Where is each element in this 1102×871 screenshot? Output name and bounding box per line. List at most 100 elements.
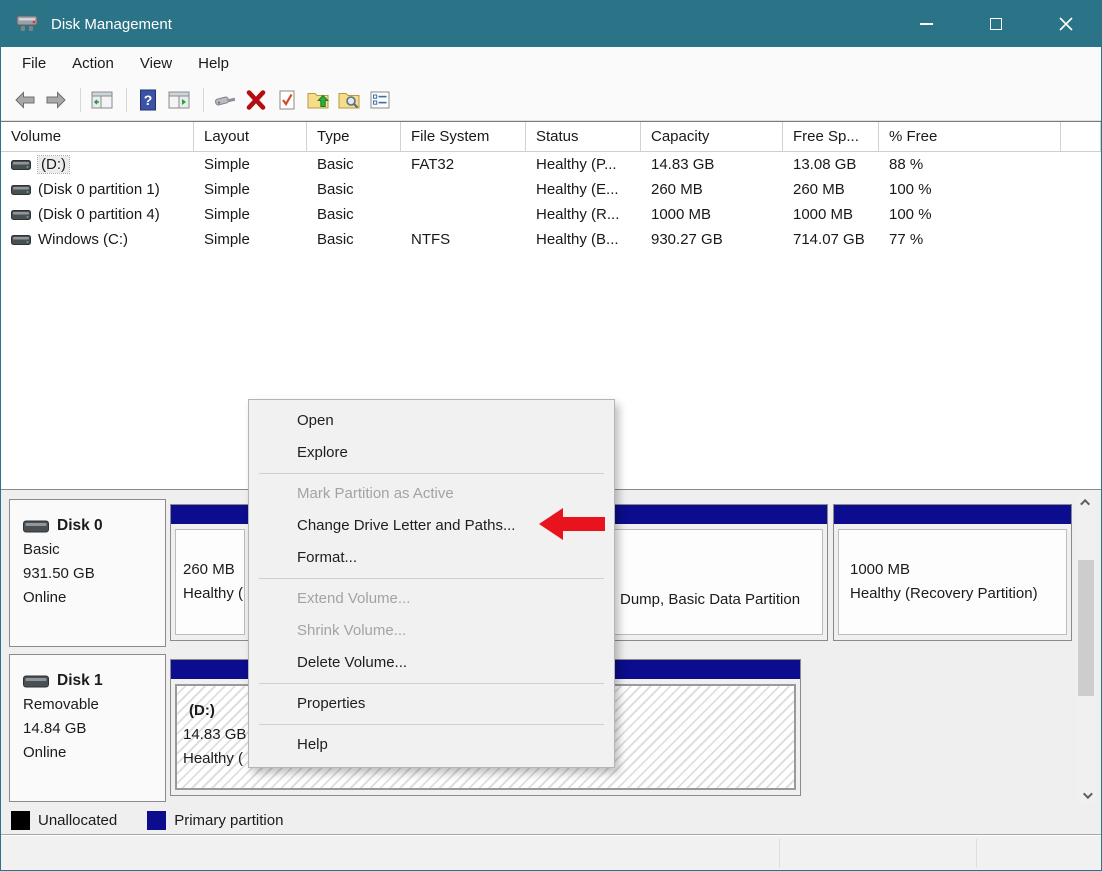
cell-status: Healthy (B... [526,231,641,248]
cell-capacity: 14.83 GB [641,156,783,173]
back-arrow-icon [13,88,37,112]
col-header-volume[interactable]: Volume [1,122,194,151]
tools-button[interactable] [211,86,239,114]
menu-item-help[interactable]: Help [249,729,614,761]
folder-search-icon [337,88,361,112]
col-header-percent-free[interactable]: % Free [879,122,1061,151]
volume-name: Windows (C:) [38,231,128,248]
chevron-up-icon [1080,499,1090,509]
console-tree-icon [90,88,114,112]
cell-free-space: 260 MB [783,181,879,198]
menu-item-properties[interactable]: Properties [249,688,614,720]
col-header-free-space[interactable]: Free Sp... [783,122,879,151]
delete-x-icon [244,88,268,112]
col-header-file-system[interactable]: File System [401,122,526,151]
properties-list-button[interactable] [366,86,394,114]
menu-item-delete-volume[interactable]: Delete Volume... [249,647,614,679]
menu-separator [259,578,604,579]
verify-button[interactable] [273,86,301,114]
table-row-windows-c[interactable]: Windows (C:) Simple Basic NTFS Healthy (… [1,227,1101,252]
window-title: Disk Management [51,16,172,33]
forward-button[interactable] [42,86,70,114]
cell-percent-free: 100 % [879,181,1061,198]
cell-percent-free: 77 % [879,231,1061,248]
disk-management-app-icon [15,13,41,35]
toolbar-separator [80,88,81,112]
mini-disk-icon [11,160,31,170]
delete-button[interactable] [242,86,270,114]
volume-list-header: Volume Layout Type File System Status Ca… [1,122,1101,152]
disk0-info-panel[interactable]: Disk 0 Basic 931.50 GB Online [9,499,166,647]
disk1-status: Online [23,741,165,765]
partition-size: 1000 MB [850,558,1066,582]
back-button[interactable] [11,86,39,114]
volume-context-menu: Open Explore Mark Partition as Active Ch… [248,399,615,768]
menu-separator [259,473,604,474]
maximize-button[interactable] [961,1,1031,47]
volume-name: (Disk 0 partition 1) [38,181,160,198]
maximize-icon [990,18,1002,30]
status-bar [1,835,1101,871]
primary-partition-bar [171,505,249,524]
annotation-arrow-icon [537,506,607,542]
cell-type: Basic [307,181,401,198]
disk0-recovery-partition-block[interactable]: 1000 MB Healthy (Recovery Partition) [833,504,1072,641]
minimize-button[interactable] [891,1,961,47]
disk0-type: Basic [23,538,165,562]
explore-folder-button[interactable] [335,86,363,114]
close-button[interactable] [1031,1,1101,47]
col-header-type[interactable]: Type [307,122,401,151]
menu-item-open[interactable]: Open [249,405,614,437]
table-row-disk0-partition4[interactable]: (Disk 0 partition 4) Simple Basic Health… [1,202,1101,227]
scrollbar-thumb[interactable] [1078,560,1094,696]
col-header-empty [1061,122,1101,151]
folder-up-icon [306,88,330,112]
toolbar-separator [126,88,127,112]
disk-management-window: Disk Management File Action View Help [0,0,1102,871]
unallocated-label: Unallocated [38,812,117,829]
show-console-tree-button[interactable] [88,86,116,114]
table-row-disk0-partition1[interactable]: (Disk 0 partition 1) Simple Basic Health… [1,177,1101,202]
scroll-up-button[interactable] [1077,494,1095,511]
menu-view[interactable]: View [127,51,185,76]
disk0-partition1-block[interactable]: 260 MB Healthy ( [170,504,250,641]
partition-status: Healthy (Recovery Partition) [850,582,1066,606]
cell-status: Healthy (R... [526,206,641,223]
scroll-down-button[interactable] [1077,787,1095,804]
partition-status: Healthy ( [183,582,244,606]
primary-partition-label: Primary partition [174,812,283,829]
menu-item-format[interactable]: Format... [249,542,614,574]
disk1-info-panel[interactable]: Disk 1 Removable 14.84 GB Online [9,654,166,802]
menu-help[interactable]: Help [185,51,242,76]
table-row-volume-d[interactable]: (D:) Simple Basic FAT32 Healthy (P... 14… [1,152,1101,177]
col-header-status[interactable]: Status [526,122,641,151]
show-action-pane-button[interactable] [165,86,193,114]
cell-file-system: NTFS [401,231,526,248]
col-header-capacity[interactable]: Capacity [641,122,783,151]
open-folder-button[interactable] [304,86,332,114]
menu-item-extend-volume: Extend Volume... [249,583,614,615]
disk0-status: Online [23,586,165,610]
cell-capacity: 1000 MB [641,206,783,223]
menu-separator [259,683,604,684]
mini-disk-icon [11,235,31,245]
cell-capacity: 260 MB [641,181,783,198]
disk1-name: Disk 1 [57,669,103,693]
cell-free-space: 714.07 GB [783,231,879,248]
help-button[interactable]: ? [134,86,162,114]
cell-type: Basic [307,206,401,223]
col-header-layout[interactable]: Layout [194,122,307,151]
disk-icon [23,675,49,688]
cell-percent-free: 88 % [879,156,1061,173]
partition-size: 260 MB [183,558,244,582]
disk-pane-scrollbar[interactable] [1077,494,1095,804]
menu-bar: File Action View Help [1,47,1101,79]
close-icon [1059,17,1073,31]
toolbar: ? [1,79,1101,121]
unallocated-swatch [11,811,30,830]
legend-bar: Unallocated Primary partition [1,807,1101,835]
menu-action[interactable]: Action [59,51,127,76]
menu-file[interactable]: File [9,51,59,76]
menu-item-explore[interactable]: Explore [249,437,614,469]
toolbar-separator [203,88,204,112]
